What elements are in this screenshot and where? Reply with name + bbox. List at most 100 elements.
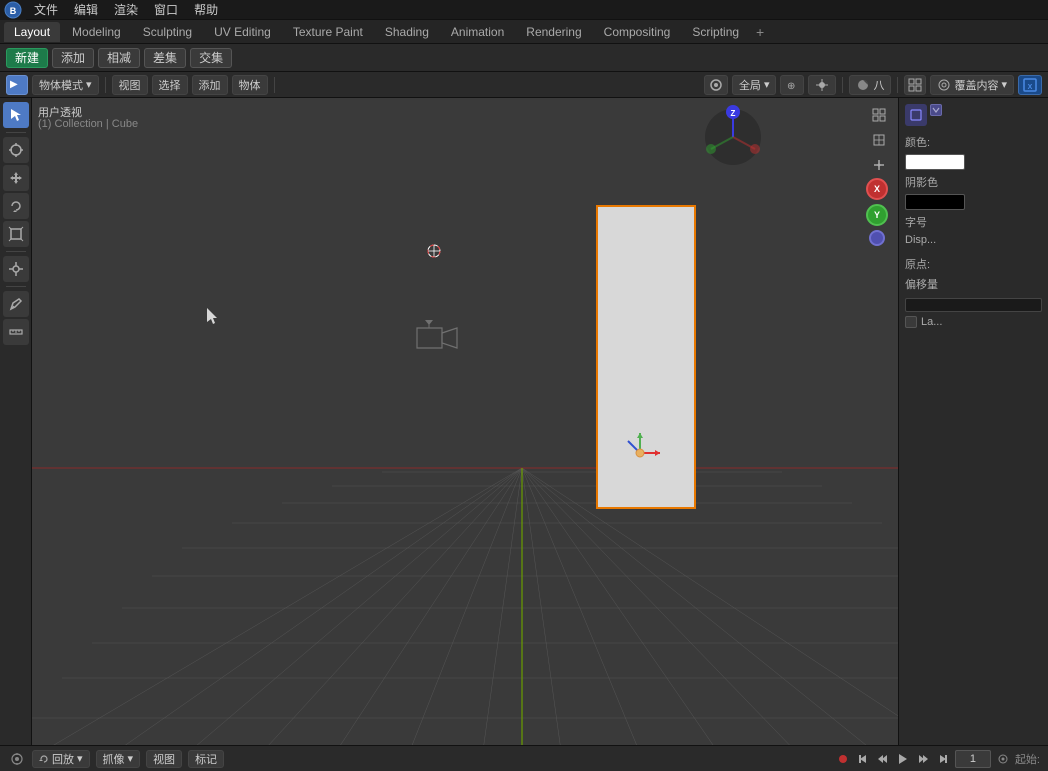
color-prop-row: 颜色: [905, 134, 1042, 150]
skip-end-btn[interactable] [935, 751, 951, 767]
cursor-tool[interactable] [3, 137, 29, 163]
tab-texture-paint[interactable]: Texture Paint [283, 22, 373, 42]
sep2 [274, 77, 275, 93]
view-btn[interactable]: 视图 [146, 750, 182, 768]
frame-number-input[interactable] [955, 750, 991, 768]
viewport[interactable]: 用户透视 (1) Collection | Cube Z [32, 98, 898, 745]
tab-modeling[interactable]: Modeling [62, 22, 131, 42]
svg-text:Z: Z [731, 109, 736, 118]
menu-file[interactable]: 文件 [26, 0, 66, 19]
tab-uv-editing[interactable]: UV Editing [204, 22, 281, 42]
transform-orientation[interactable]: ⊕ [780, 75, 804, 95]
global-dropdown[interactable]: 全局 ▾ [732, 75, 777, 95]
layer-label: La... [921, 316, 942, 328]
rotate-tool[interactable] [3, 193, 29, 219]
undo-btn[interactable]: 回放 ▾ [32, 750, 90, 768]
grid-view-btn[interactable] [868, 104, 890, 126]
capture-btn[interactable]: 抓像 ▾ [96, 750, 141, 768]
blender-logo[interactable]: B [0, 0, 26, 20]
mode-label: 物体模式 [39, 77, 83, 93]
annotate-tool[interactable] [3, 291, 29, 317]
main-area: 用户透视 (1) Collection | Cube Z [0, 98, 1048, 745]
markers-btn[interactable]: 标记 [188, 750, 224, 768]
skip-start-btn[interactable] [855, 751, 871, 767]
add-button[interactable]: 添加 [52, 48, 94, 68]
string-field-row: 字号 [905, 214, 1042, 230]
shadow-color-label: 阴影色 [905, 174, 938, 190]
tab-layout[interactable]: Layout [4, 22, 60, 42]
navigation-gizmo[interactable]: Z [700, 104, 766, 170]
tool-sep-2 [6, 251, 26, 252]
menu-render[interactable]: 渲染 [106, 0, 146, 19]
add-workspace-tab-button[interactable]: + [751, 23, 769, 41]
tab-rendering[interactable]: Rendering [516, 22, 591, 42]
z-constraint-dot[interactable] [869, 230, 885, 246]
sep1 [105, 77, 106, 93]
object-menu[interactable]: 物体 [232, 75, 268, 95]
svg-text:X: X [1028, 84, 1033, 91]
tab-compositing[interactable]: Compositing [594, 22, 681, 42]
overlay-dropdown[interactable]: 覆盖内容 ▾ [930, 75, 1014, 95]
x-constraint-sphere[interactable]: X [866, 178, 888, 200]
menu-edit[interactable]: 编辑 [66, 0, 106, 19]
mode-icon-btn[interactable]: ▶ [6, 75, 28, 95]
intersect-button[interactable]: 交集 [190, 48, 232, 68]
color-swatch[interactable] [905, 154, 965, 170]
tab-sculpting[interactable]: Sculpting [133, 22, 202, 42]
settings-icon[interactable] [995, 751, 1011, 767]
bottom-bar: 回放 ▾ 抓像 ▾ 视图 标记 [0, 745, 1048, 771]
offset-row: 偏移量 [905, 276, 1042, 292]
new-button[interactable]: 新建 [6, 48, 48, 68]
fast-forward-btn[interactable] [915, 751, 931, 767]
tab-shading[interactable]: Shading [375, 22, 439, 42]
markers-label: 标记 [195, 751, 217, 767]
front-view-btn[interactable] [868, 129, 890, 151]
snap-btn[interactable] [704, 75, 728, 95]
offset-label: 偏移量 [905, 276, 938, 292]
capture-label: 抓像 [103, 751, 125, 767]
prop-icon-1[interactable] [905, 104, 927, 126]
shadow-color-row: 阴影色 [905, 174, 1042, 190]
global-icon-btn[interactable] [8, 750, 26, 768]
workspace-tabs: Layout Modeling Sculpting UV Editing Tex… [0, 20, 1048, 44]
svg-text:⊕: ⊕ [787, 81, 795, 92]
record-btn[interactable] [835, 751, 851, 767]
select-menu[interactable]: 选择 [152, 75, 188, 95]
add-menu[interactable]: 添加 [192, 75, 228, 95]
view-menu[interactable]: 视图 [112, 75, 148, 95]
xray-btn[interactable]: X [1018, 75, 1042, 95]
properties-panel: 颜色: 阴影色 字号 Disp... 原点: 偏移量 [898, 98, 1048, 745]
scale-tool[interactable] [3, 221, 29, 247]
pan-view-btn[interactable] [868, 154, 890, 176]
difference-button[interactable]: 差集 [144, 48, 186, 68]
pivot-dropdown[interactable] [808, 75, 836, 95]
ruler-tool[interactable] [3, 319, 29, 345]
shadow-color-swatch[interactable] [905, 194, 965, 210]
sphere-group: X Y [866, 178, 888, 246]
y-constraint-sphere[interactable]: Y [866, 204, 888, 226]
color-swatch-row [905, 154, 1042, 170]
subtract-button[interactable]: 相减 [98, 48, 140, 68]
rewind-btn[interactable] [875, 751, 891, 767]
tab-animation[interactable]: Animation [441, 22, 514, 42]
properties-icons-row [905, 104, 1042, 126]
menu-window[interactable]: 窗口 [146, 0, 186, 19]
sep4 [897, 77, 898, 93]
tab-scripting[interactable]: Scripting [682, 22, 749, 42]
top-menu-bar: B 文件 编辑 渲染 窗口 帮助 [0, 0, 1048, 20]
layer-checkbox[interactable] [905, 316, 917, 328]
select-tool[interactable] [3, 102, 29, 128]
play-btn[interactable] [895, 751, 911, 767]
panel-toggle-1[interactable] [930, 104, 942, 116]
transform-tool[interactable] [3, 256, 29, 282]
timeline-controls: 起始: [835, 750, 1040, 768]
display-row: Disp... [905, 234, 1042, 246]
grid-btn[interactable] [904, 75, 926, 95]
shading-dropdown[interactable]: 八 [849, 75, 891, 95]
move-tool[interactable] [3, 165, 29, 191]
menu-items: 文件 编辑 渲染 窗口 帮助 [26, 0, 226, 19]
offset-value-field[interactable] [905, 298, 1042, 312]
menu-help[interactable]: 帮助 [186, 0, 226, 19]
layer-row: La... [905, 316, 1042, 328]
object-mode-dropdown[interactable]: 物体模式 ▾ [32, 75, 99, 95]
